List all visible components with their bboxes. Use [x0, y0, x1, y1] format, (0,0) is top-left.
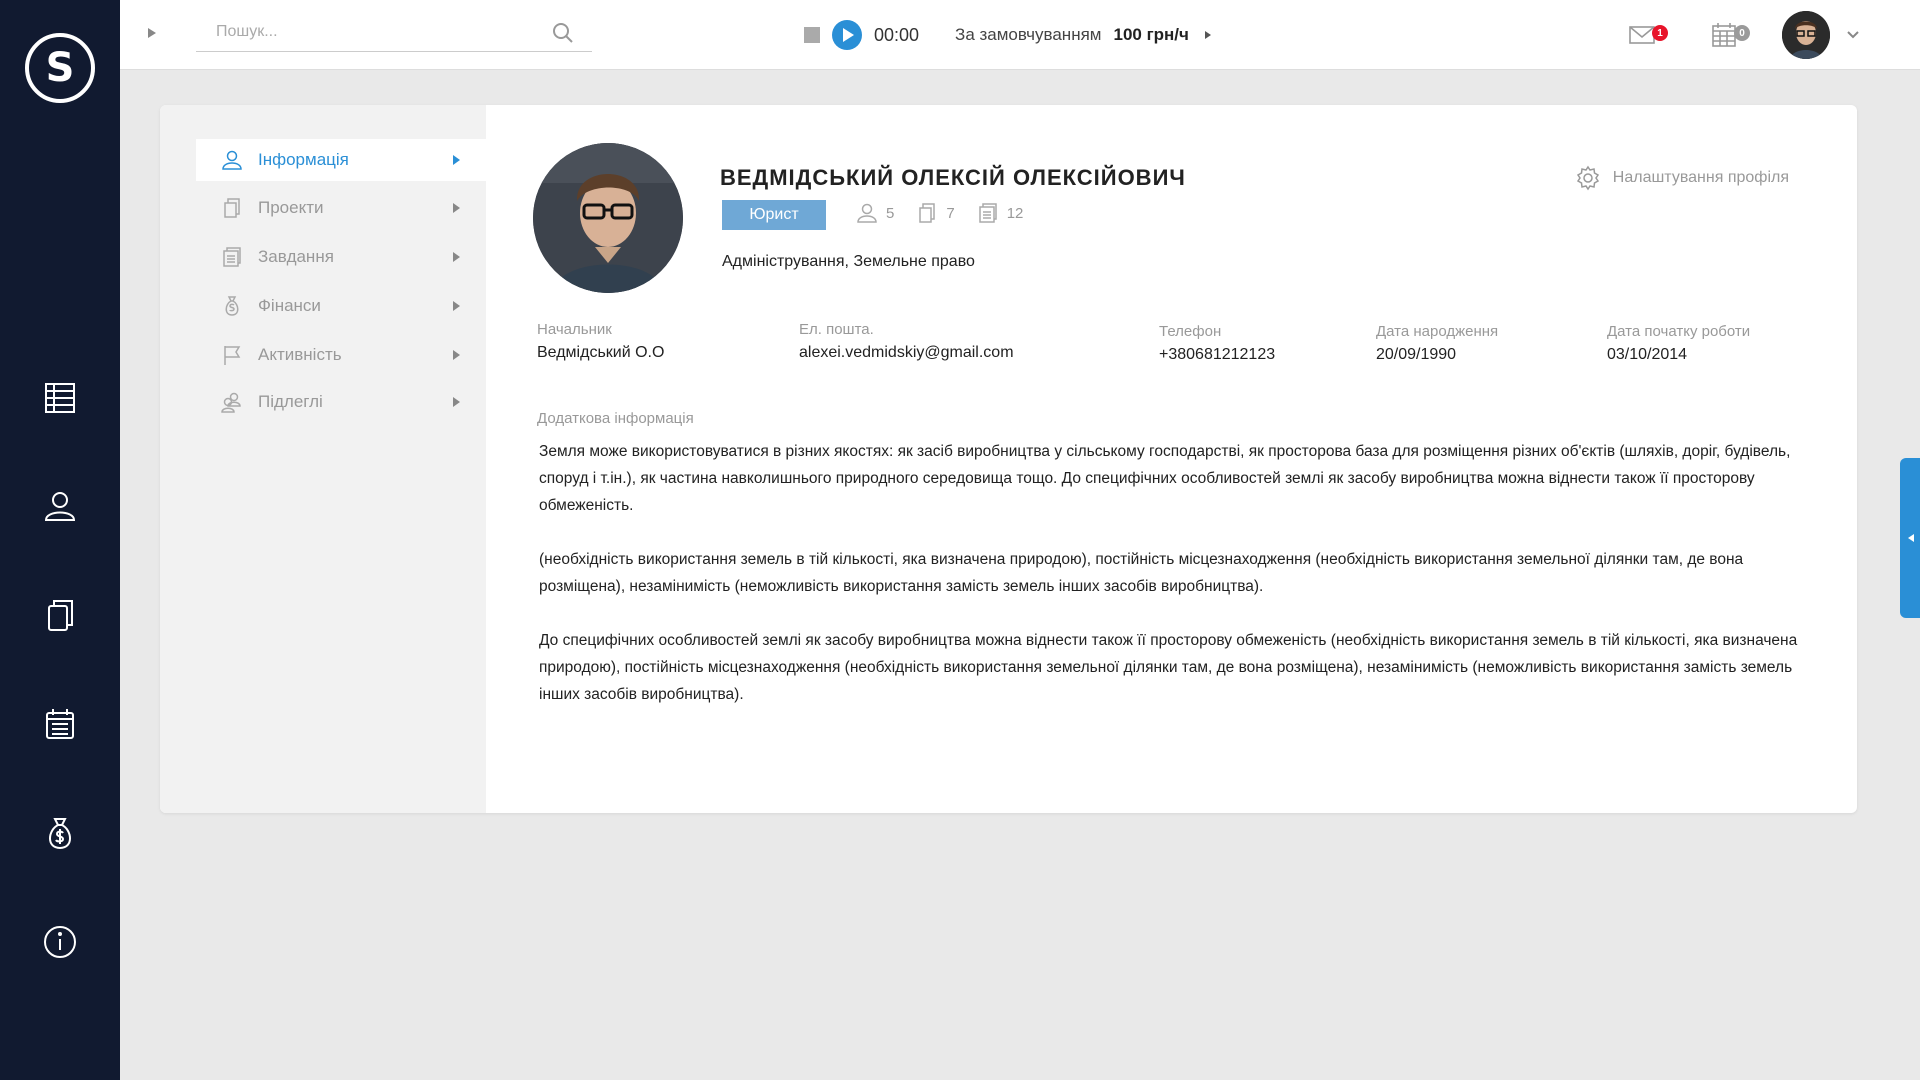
- field-value: 03/10/2014: [1607, 346, 1688, 363]
- sidebar-item-label: Інформація: [258, 150, 349, 169]
- search-input[interactable]: [196, 14, 536, 50]
- sidebar-item-label: Активність: [258, 345, 342, 364]
- documents-icon[interactable]: [36, 591, 84, 639]
- chevron-right-icon: [453, 397, 460, 407]
- search-icon[interactable]: [552, 22, 574, 44]
- chevron-down-icon[interactable]: [1846, 28, 1860, 42]
- right-panel-toggle[interactable]: [1900, 458, 1920, 618]
- mail-icon[interactable]: 1: [1622, 15, 1668, 55]
- mail-count-badge: 1: [1652, 25, 1668, 41]
- field-label: Дата початку роботи: [1607, 323, 1751, 340]
- extra-info-text: Земля може використовуватися в різних як…: [539, 438, 1819, 735]
- profile-specialization: Адміністрування, Земельне право: [722, 253, 975, 270]
- sidebar-item-label: Підлеглі: [258, 392, 323, 411]
- field-value: Ведмідський О.О: [537, 344, 665, 361]
- logo-letter: S: [45, 45, 75, 91]
- users-icon: [220, 390, 244, 414]
- documents-icon: [220, 196, 244, 220]
- rate-label: За замовчуванням: [955, 25, 1102, 44]
- chevron-right-icon: [453, 252, 460, 262]
- chevron-right-icon: [453, 350, 460, 360]
- sidebar-item-label: Фінанси: [258, 296, 321, 315]
- sidebar-item-activity[interactable]: Активність: [196, 334, 486, 376]
- play-button[interactable]: [832, 20, 862, 50]
- field-chief: Начальник Ведмідський О.О: [537, 321, 664, 362]
- user-icon: [857, 203, 877, 223]
- profile-content: ВЕДМІДСЬКИЙ ОЛЕКСІЙ ОЛЕКСІЙОВИЧ Юрист 5 …: [486, 105, 1857, 813]
- sidebar-item-label: Проекти: [258, 198, 324, 217]
- info-icon[interactable]: [36, 918, 84, 966]
- user-icon[interactable]: [36, 482, 84, 530]
- profile-card: Інформація Проекти Завдання Фінанси Акти…: [160, 105, 1857, 813]
- profile-name: ВЕДМІДСЬКИЙ ОЛЕКСІЙ ОЛЕКСІЙОВИЧ: [720, 165, 1186, 190]
- field-label: Ел. пошта.: [799, 321, 874, 338]
- chevron-right-icon: [453, 155, 460, 165]
- stat-projects: 7: [916, 202, 955, 224]
- profile-settings-label: Налаштування профіля: [1612, 169, 1789, 186]
- time-tracker: 00:00 За замовчуванням 100 грн/ч: [804, 0, 1211, 70]
- stop-button[interactable]: [804, 27, 820, 43]
- sidebar-item-finance[interactable]: Фінанси: [196, 285, 486, 327]
- role-badge[interactable]: Юрист: [722, 200, 826, 230]
- field-birthdate: Дата народження 20/09/1990: [1376, 323, 1498, 364]
- calendar-count-badge: 0: [1734, 25, 1750, 41]
- sidebar-item-info[interactable]: Інформація: [196, 139, 486, 181]
- search-box: [196, 14, 592, 52]
- chevron-right-icon: [453, 203, 460, 213]
- top-bar: 00:00 За замовчуванням 100 грн/ч 1 0: [120, 0, 1920, 70]
- calendar-top-icon[interactable]: 0: [1704, 15, 1750, 55]
- timer-display: 00:00: [874, 24, 920, 45]
- sidebar-item-subordinates[interactable]: Підлеглі: [196, 381, 486, 423]
- chevron-right-icon: [453, 301, 460, 311]
- field-value: 20/09/1990: [1376, 346, 1457, 363]
- extra-info-paragraph: Земля може використовуватися в різних як…: [539, 443, 1791, 514]
- profile-settings-link[interactable]: Налаштування профіля: [1575, 165, 1789, 191]
- stat-projects-value: 7: [946, 204, 955, 222]
- profile-sidebar: Інформація Проекти Завдання Фінанси Акти…: [160, 105, 486, 813]
- tasks-icon: [978, 203, 997, 223]
- flag-icon: [220, 343, 244, 367]
- rate-dropdown-arrow[interactable]: [1204, 31, 1211, 39]
- stat-tasks-value: 12: [1006, 204, 1024, 222]
- table-icon[interactable]: [36, 374, 84, 422]
- field-start-date: Дата початку роботи 03/10/2014: [1607, 323, 1750, 364]
- money-bag-icon[interactable]: [36, 810, 84, 858]
- field-phone: Телефон +380681212123: [1159, 323, 1275, 364]
- field-label: Начальник: [537, 321, 612, 338]
- left-rail: S: [0, 0, 120, 1080]
- extra-info-paragraph: (необхідність використання земель в тій …: [539, 551, 1744, 595]
- user-icon: [220, 148, 244, 172]
- sidebar-item-label: Завдання: [258, 247, 334, 266]
- extra-info-label: Додаткова інформація: [537, 410, 694, 427]
- field-value: +380681212123: [1159, 346, 1276, 363]
- app-logo[interactable]: S: [25, 33, 95, 103]
- sidebar-item-projects[interactable]: Проекти: [196, 187, 486, 229]
- user-avatar[interactable]: [1782, 11, 1830, 59]
- field-value[interactable]: alexei.vedmidskiy@gmail.com: [799, 344, 1014, 362]
- money-bag-icon: [220, 294, 244, 318]
- stat-users: 5: [856, 202, 894, 224]
- stat-tasks: 12: [977, 202, 1024, 224]
- extra-info-paragraph: До специфічних особливостей землі як зас…: [539, 632, 1798, 703]
- sidebar-item-tasks[interactable]: Завдання: [196, 236, 486, 278]
- field-label: Телефон: [1159, 323, 1222, 340]
- stat-users-value: 5: [886, 204, 895, 222]
- collapse-sidebar-toggle[interactable]: [148, 28, 156, 38]
- field-label: Дата народження: [1376, 323, 1499, 340]
- tasks-icon: [220, 245, 244, 269]
- top-right-controls: 1 0: [1622, 0, 1860, 70]
- documents-icon: [919, 203, 936, 223]
- calendar-icon[interactable]: [36, 700, 84, 748]
- profile-photo: [533, 143, 683, 293]
- gear-icon: [1576, 165, 1599, 191]
- profile-stats: 5 7 12: [856, 202, 1045, 224]
- rate-value: 100 грн/ч: [1113, 25, 1189, 44]
- field-email: Ел. пошта. alexei.vedmidskiy@gmail.com: [799, 321, 1014, 362]
